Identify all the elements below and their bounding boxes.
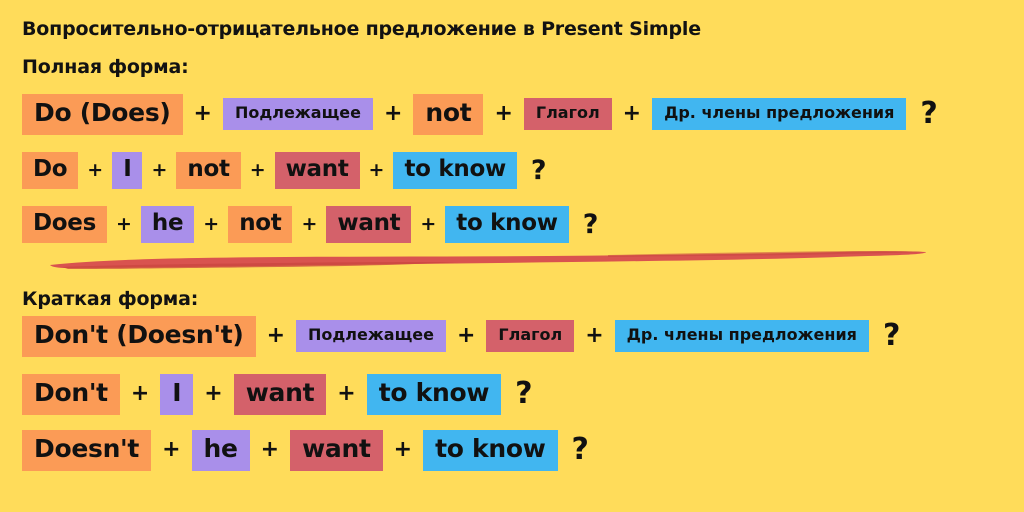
plus-separator: + [204, 381, 223, 407]
plus-separator: + [337, 381, 356, 407]
plus-separator: + [249, 159, 266, 182]
chip-auxiliary: Does [22, 206, 107, 244]
question-mark: ? [882, 318, 901, 354]
plus-separator: + [260, 437, 280, 463]
chip-rest-of-sentence: Др. члены предложения [652, 98, 907, 131]
chip-rest-of-sentence: to know [423, 430, 558, 471]
chip-auxiliary-contracted: Doesn't [22, 430, 152, 471]
plus-separator: + [420, 213, 437, 236]
chip-negation: not [228, 206, 293, 244]
question-mark: ? [920, 96, 938, 132]
formula-row-short-example-1: Don't + I + want + to know ? [22, 374, 533, 415]
question-mark: ? [530, 155, 547, 187]
chip-subject: Подлежащее [296, 320, 446, 353]
chip-verb: want [326, 206, 412, 244]
chip-verb: Глагол [486, 320, 575, 353]
formula-row-short-pattern: Don't (Doesn't) + Подлежащее + Глагол + … [22, 316, 900, 357]
chip-verb: want [233, 374, 327, 415]
chip-verb: want [290, 430, 383, 471]
chip-subject: he [191, 430, 250, 471]
formula-row-short-example-2: Doesn't + he + want + to know ? [22, 430, 589, 471]
chip-negation: not [176, 152, 241, 190]
plus-separator: + [494, 101, 513, 127]
plus-separator: + [266, 323, 285, 349]
brush-stroke-divider [48, 248, 928, 274]
infographic-page: Вопросительно-отрицательное предложение … [0, 0, 1024, 512]
chip-rest-of-sentence: to know [393, 152, 517, 190]
section-label-short-form: Краткая форма: [22, 288, 199, 310]
formula-row-full-pattern: Do (Does) + Подлежащее + not + Глагол + … [22, 94, 938, 135]
chip-rest-of-sentence: to know [445, 206, 569, 244]
plus-separator: + [585, 323, 604, 349]
formula-row-full-example-2: Does + he + not + want + to know ? [22, 206, 599, 244]
plus-separator: + [151, 159, 168, 182]
chip-verb: want [274, 152, 360, 190]
formula-row-full-example-1: Do + I + not + want + to know ? [22, 152, 547, 190]
page-title: Вопросительно-отрицательное предложение … [22, 18, 701, 40]
plus-separator: + [193, 101, 212, 127]
question-mark: ? [571, 432, 589, 468]
chip-subject: Подлежащее [222, 98, 373, 131]
chip-rest-of-sentence: to know [366, 374, 502, 415]
plus-separator: + [162, 437, 181, 463]
chip-subject: he [140, 206, 195, 244]
plus-separator: + [301, 213, 318, 236]
chip-auxiliary: Do (Does) [22, 94, 183, 135]
question-mark: ? [515, 376, 533, 412]
chip-auxiliary-contracted: Don't (Doesn't) [22, 316, 256, 357]
chip-rest-of-sentence: Др. члены предложения [614, 320, 869, 353]
plus-separator: + [368, 159, 385, 182]
chip-negation: not [413, 94, 484, 135]
chip-verb: Глагол [523, 98, 612, 131]
plus-separator: + [203, 213, 220, 236]
chip-subject: I [160, 374, 194, 415]
plus-separator: + [87, 159, 104, 182]
plus-separator: + [456, 323, 476, 349]
chip-subject: I [112, 152, 143, 190]
plus-separator: + [622, 101, 642, 127]
plus-separator: + [115, 213, 132, 236]
section-label-full-form: Полная форма: [22, 56, 189, 78]
question-mark: ? [582, 209, 599, 241]
plus-separator: + [130, 381, 150, 407]
chip-auxiliary-contracted: Don't [22, 374, 120, 415]
plus-separator: + [393, 437, 413, 463]
plus-separator: + [383, 101, 403, 127]
chip-auxiliary: Do [22, 152, 79, 190]
